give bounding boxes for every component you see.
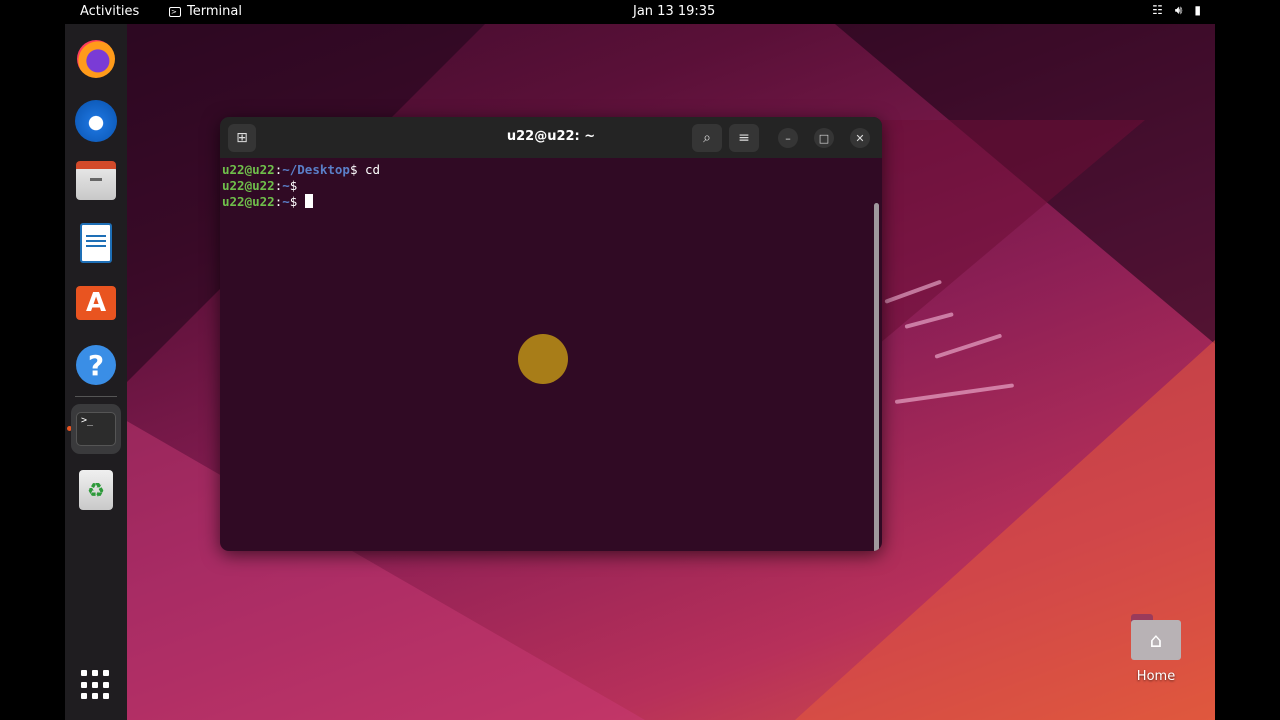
- close-icon[interactable]: ✕: [850, 128, 870, 148]
- thunderbird-icon: [75, 100, 117, 142]
- desktop-home-folder[interactable]: ⌂ Home: [1128, 614, 1184, 684]
- dock: A ? >_ ♻: [65, 24, 127, 720]
- prompt-path: ~: [282, 178, 290, 193]
- top-bar: Activities > Terminal Jan 13 19:35 ☷ 🔊︎ …: [65, 0, 1215, 24]
- terminal-output[interactable]: u22@u22:~/Desktop$ cd u22@u22:~$ u22@u22…: [220, 158, 882, 551]
- apps-grid-icon[interactable]: [81, 670, 111, 700]
- firefox-icon: [77, 40, 115, 78]
- terminal-line: u22@u22:~$: [222, 194, 313, 209]
- dock-item-terminal[interactable]: >_: [71, 404, 121, 454]
- dock-item-writer[interactable]: [71, 218, 121, 268]
- app-menu-label: Terminal: [187, 4, 242, 19]
- activities-button[interactable]: Activities: [80, 4, 139, 19]
- maximize-icon[interactable]: □: [814, 128, 834, 148]
- writer-icon: [80, 223, 112, 263]
- terminal-line: u22@u22:~/Desktop$ cd: [222, 162, 380, 177]
- help-icon: ?: [76, 345, 116, 385]
- prompt-path: ~: [282, 194, 290, 209]
- terminal-icon: >_: [76, 412, 116, 446]
- prompt-symbol: $: [289, 194, 305, 209]
- volume-icon: 🔊︎: [1174, 3, 1183, 17]
- command-text: cd: [365, 162, 381, 177]
- text-cursor: [304, 194, 313, 208]
- prompt-host: u22@u22: [222, 162, 275, 177]
- app-menu-button[interactable]: > Terminal: [169, 4, 242, 19]
- terminal-window[interactable]: ⊞ u22@u22: ~ ⌕ ≡ – □ ✕ u22@u22:~/Desktop…: [220, 117, 882, 551]
- prompt-host: u22@u22: [222, 194, 275, 209]
- appstore-icon: A: [76, 286, 116, 320]
- prompt-path: ~/Desktop: [282, 162, 350, 177]
- network-icon: ☷: [1152, 3, 1163, 17]
- hamburger-menu-icon[interactable]: ≡: [729, 124, 759, 152]
- minimize-icon[interactable]: –: [778, 128, 798, 148]
- dock-item-app-center[interactable]: A: [71, 278, 121, 328]
- trash-icon: ♻: [79, 470, 113, 510]
- dock-separator: [75, 396, 117, 397]
- terminal-small-icon: >: [169, 6, 181, 17]
- scrollbar[interactable]: [874, 203, 879, 551]
- home-folder-icon: ⌂: [1131, 614, 1181, 660]
- terminal-headerbar[interactable]: ⊞ u22@u22: ~ ⌕ ≡ – □ ✕: [220, 117, 882, 158]
- clock[interactable]: Jan 13 19:35: [633, 4, 715, 19]
- system-tray[interactable]: ☷ 🔊︎ ▮: [1152, 3, 1201, 18]
- prompt-symbol: $: [349, 162, 366, 177]
- mouse-click-indicator: [518, 334, 568, 384]
- dock-item-thunderbird[interactable]: [71, 96, 121, 146]
- terminal-line: u22@u22:~$: [222, 178, 305, 193]
- prompt-host: u22@u22: [222, 178, 275, 193]
- files-icon: [76, 161, 116, 200]
- dock-item-help[interactable]: ?: [71, 340, 121, 390]
- dock-item-trash[interactable]: ♻: [71, 465, 121, 515]
- prompt-symbol: $: [289, 178, 305, 193]
- search-icon[interactable]: ⌕: [692, 124, 722, 152]
- battery-icon: ▮: [1194, 3, 1201, 17]
- home-folder-label: Home: [1136, 669, 1176, 684]
- dock-item-files[interactable]: [71, 158, 121, 208]
- dock-item-firefox[interactable]: [71, 34, 121, 84]
